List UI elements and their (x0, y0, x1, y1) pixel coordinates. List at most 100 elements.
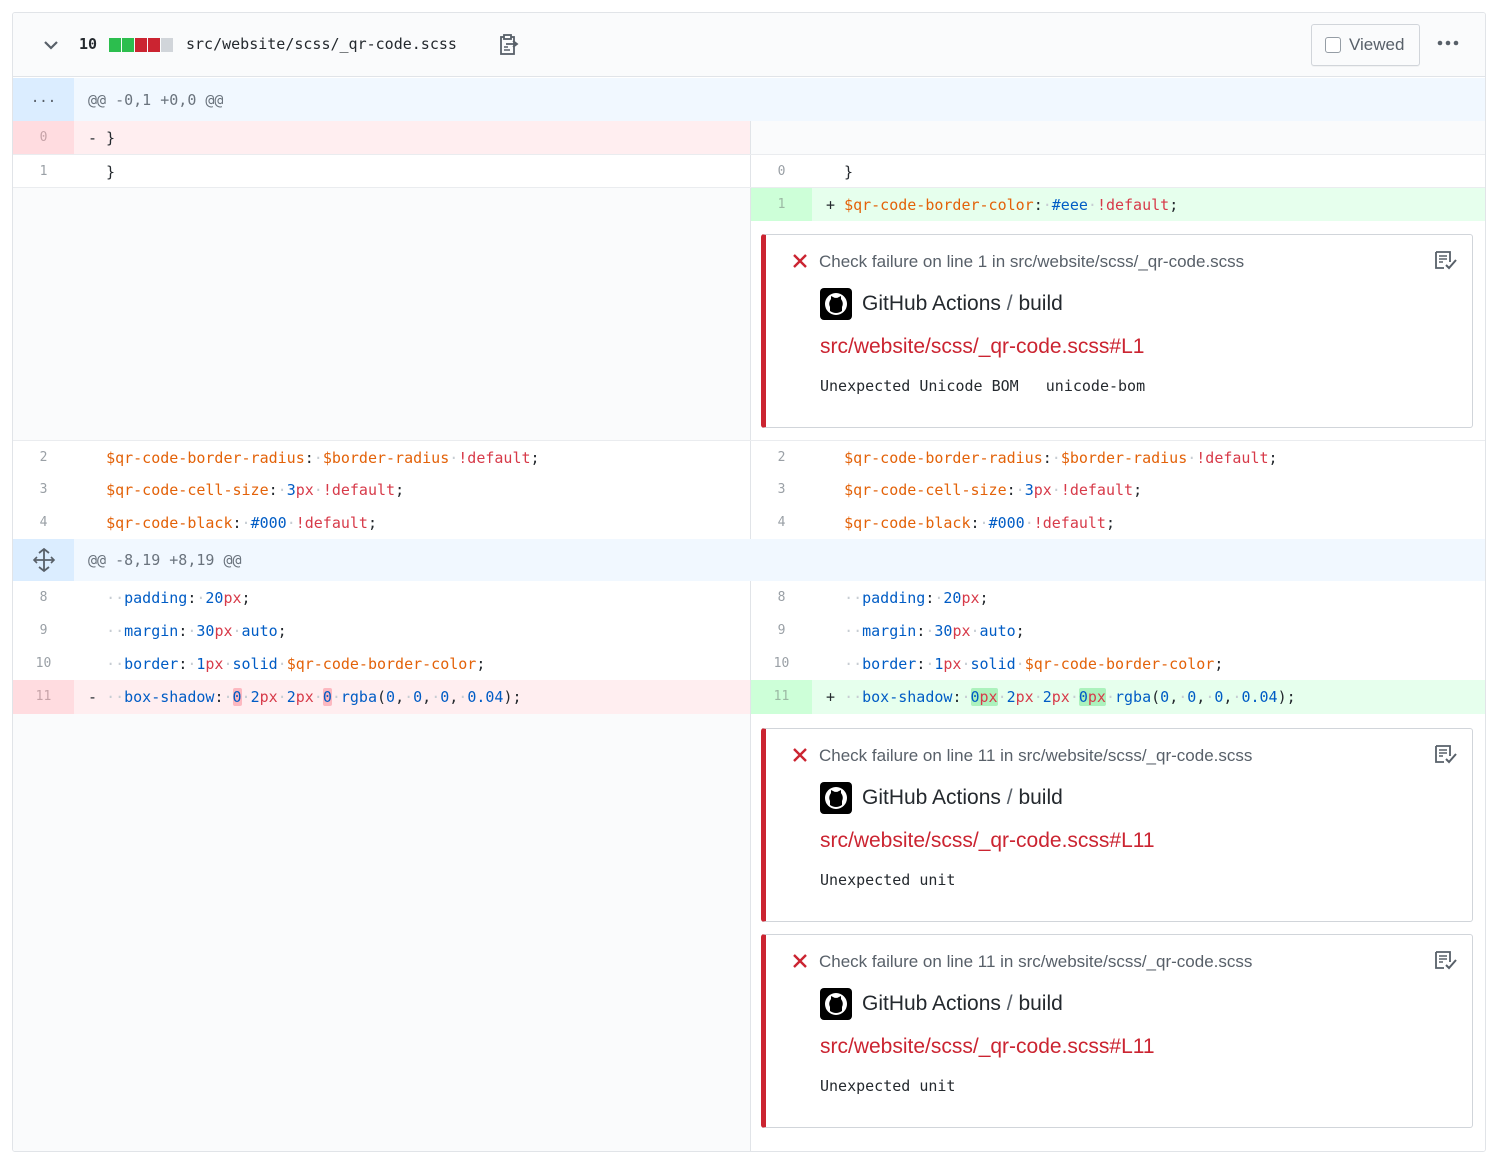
hunk-header: ... @@ -0,1 +0,0 @@ (13, 78, 1485, 121)
deleted-line: 0 - } (13, 121, 750, 154)
code-line: ··border:·1px·solid·$qr-code-border-colo… (844, 655, 1224, 673)
line-number[interactable]: 1 (13, 155, 74, 187)
code-line: ··border:·1px·solid·$qr-code-border-colo… (106, 655, 486, 673)
github-logo-icon (820, 988, 852, 1020)
checklist-icon[interactable] (1433, 249, 1459, 271)
line-number[interactable]: 11 (13, 680, 74, 714)
line-number[interactable]: 2 (13, 441, 74, 473)
annotation-title: Check failure on line 11 in src/website/… (819, 952, 1253, 971)
annotation-title: Check failure on line 1 in src/website/s… (819, 252, 1245, 271)
context-line: 10 ··border:·1px·solid·$qr-code-border-c… (750, 647, 1485, 680)
annotation-title: Check failure on line 11 in src/website/… (819, 746, 1253, 765)
context-line: 8 ··padding:·20px; (750, 581, 1485, 614)
hunk-header-text: @@ -8,19 +8,19 @@ (88, 551, 242, 569)
line-number[interactable]: 0 (751, 155, 812, 187)
code-line: ··margin:·30px·auto; (106, 622, 287, 640)
job-name: build (1018, 992, 1063, 1015)
hunk-header-text: @@ -0,1 +0,0 @@ (88, 91, 224, 109)
deleted-line: 11 - ··box-shadow:·0·2px·2px·0·rgba(0,·0… (13, 680, 750, 714)
diff-row: 8 ··padding:·20px; 8 ··padding:·20px; (13, 581, 1485, 614)
code-line: ··padding:·20px; (106, 589, 251, 607)
viewed-checkbox[interactable] (1325, 37, 1341, 53)
viewed-button[interactable]: Viewed (1311, 24, 1420, 66)
file-path[interactable]: src/website/scss/_qr-code.scss (186, 35, 457, 53)
code-line: } (826, 163, 854, 181)
line-number[interactable]: 8 (13, 581, 74, 614)
code-line: $qr-code-border-radius:·$border-radius·!… (844, 449, 1278, 467)
code-line: - } (88, 129, 116, 147)
context-line: 10 ··border:·1px·solid·$qr-code-border-c… (13, 647, 750, 680)
diffstat-block (148, 38, 160, 52)
diffstat-block (161, 38, 173, 52)
code-line: $qr-code-black:·#000·!default; (844, 514, 1115, 532)
line-number[interactable]: 10 (13, 647, 74, 680)
context-line: 3 $qr-code-cell-size:·3px·!default; (750, 473, 1485, 506)
diff-row: 11 - ··box-shadow:·0·2px·2px·0·rgba(0,·0… (13, 680, 1485, 714)
line-number[interactable]: 2 (751, 441, 812, 473)
diffstat-blocks (109, 38, 174, 52)
diff-row: 0 - } (13, 121, 1485, 154)
x-icon (793, 954, 807, 968)
annotation-link[interactable]: src/website/scss/_qr-code.scss#L1 (820, 335, 1144, 359)
context-line: 9 ··margin:·30px·auto; (13, 614, 750, 647)
line-number[interactable]: 0 (13, 121, 74, 154)
checklist-icon[interactable] (1433, 949, 1459, 971)
annotation-app[interactable]: GitHub Actions / build (862, 786, 1063, 810)
github-logo-icon (820, 782, 852, 814)
check-failure-annotation: Check failure on line 1 in src/website/s… (761, 234, 1473, 428)
job-name: build (1018, 292, 1063, 315)
annotation-app[interactable]: GitHub Actions / build (862, 292, 1063, 316)
annotation-message: Unexpected unit (820, 1077, 956, 1095)
added-line: 11 + ··box-shadow:·0px·2px·2px·0px·rgba(… (750, 680, 1485, 714)
line-number[interactable]: 11 (751, 680, 812, 714)
empty-line (750, 121, 1485, 154)
line-number[interactable]: 8 (751, 581, 812, 614)
diffstat-count: 10 (79, 35, 98, 53)
code-line: $qr-code-border-radius:·$border-radius·!… (106, 449, 540, 467)
annotation-app[interactable]: GitHub Actions / build (862, 992, 1063, 1016)
line-number[interactable]: 3 (13, 473, 74, 506)
context-line: 2 $qr-code-border-radius:·$border-radius… (13, 441, 750, 473)
diff-row: 1 } 0 } (13, 154, 1485, 187)
context-line: 4 $qr-code-black:·#000·!default; (750, 506, 1485, 539)
diff-row: 2 $qr-code-border-radius:·$border-radius… (13, 440, 1485, 473)
app-name: GitHub Actions (862, 786, 1001, 809)
code-line: $qr-code-black:·#000·!default; (106, 514, 377, 532)
annotation-link[interactable]: src/website/scss/_qr-code.scss#L11 (820, 1035, 1155, 1059)
annotation-link[interactable]: src/website/scss/_qr-code.scss#L11 (820, 829, 1155, 853)
check-failure-annotation: Check failure on line 11 in src/website/… (761, 934, 1473, 1128)
kebab-menu-icon[interactable] (1436, 35, 1460, 51)
empty-line (13, 714, 750, 1151)
app-name: GitHub Actions (862, 292, 1001, 315)
context-line: 0 } (750, 155, 1485, 187)
line-number[interactable]: 4 (751, 506, 812, 539)
line-number[interactable]: 9 (751, 614, 812, 647)
line-number[interactable]: 10 (751, 647, 812, 680)
checklist-icon[interactable] (1433, 743, 1459, 765)
code-line: - ··box-shadow:·0·2px·2px·0·rgba(0,·0,·0… (88, 688, 522, 706)
unfold-icon-svg (32, 547, 55, 573)
line-number[interactable]: 4 (13, 506, 74, 539)
clipboard-copy-icon[interactable] (498, 33, 520, 57)
diff-file: 10 src/website/scss/_qr-code.scss Viewed… (12, 12, 1486, 1152)
diff-row: 4 $qr-code-black:·#000·!default; 4 $qr-c… (13, 506, 1485, 539)
line-number[interactable]: 1 (751, 188, 812, 221)
unfold-icon[interactable] (13, 539, 74, 581)
code-line: ··margin:·30px·auto; (844, 622, 1025, 640)
line-number[interactable]: 3 (751, 473, 812, 506)
line-number[interactable]: 9 (13, 614, 74, 647)
context-line: 3 $qr-code-cell-size:·3px·!default; (13, 473, 750, 506)
code-line: $qr-code-cell-size:·3px·!default; (106, 481, 405, 499)
diff-row: 1 + $qr-code-border-color:·#eee·!default… (13, 187, 1485, 221)
expand-hunk-button[interactable]: ... (13, 78, 74, 121)
annotation-message: Unexpected Unicode BOM unicode-bom (820, 377, 1146, 395)
chevron-down-icon[interactable] (41, 35, 61, 55)
diff-row: 3 $qr-code-cell-size:·3px·!default; 3 $q… (13, 473, 1485, 506)
code-line: ··padding:·20px; (844, 589, 989, 607)
empty-line (13, 188, 750, 221)
code-line: } (88, 163, 116, 181)
code-line: + $qr-code-border-color:·#eee·!default; (826, 196, 1179, 214)
code-line: $qr-code-cell-size:·3px·!default; (844, 481, 1143, 499)
empty-line (13, 221, 750, 440)
github-logo-icon (820, 288, 852, 320)
